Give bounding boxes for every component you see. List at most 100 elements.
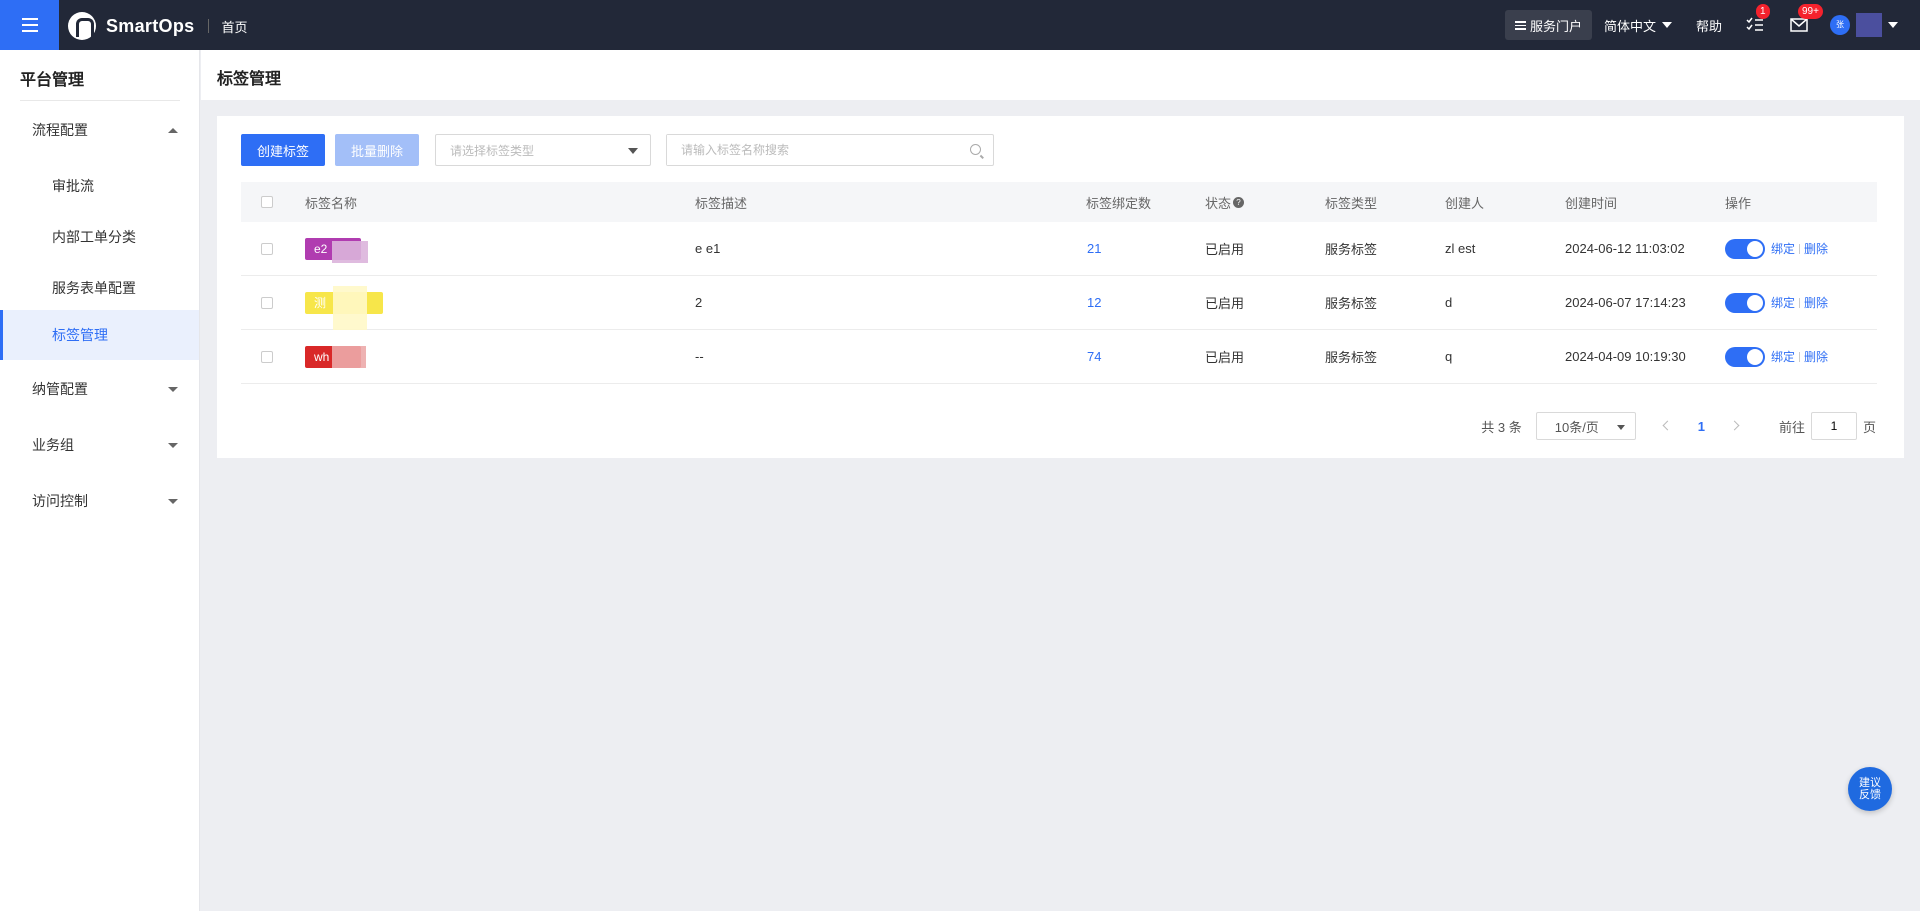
sidebar-item-label: 纳管配置	[32, 381, 88, 397]
task-list-button[interactable]: 1	[1744, 4, 1770, 36]
creator: q	[1445, 349, 1453, 364]
created-time: 2024-06-12 11:03:02	[1565, 241, 1685, 256]
column-header-actions: 操作	[1725, 195, 1752, 211]
tag-description: e e1	[695, 241, 721, 256]
sidebar-item-ticket-category[interactable]: 内部工单分类	[0, 213, 199, 261]
table-row: e2 e e1 21 已启用 服务标签 zl est 2024-06-12 11…	[241, 222, 1877, 276]
chevron-down-icon	[1888, 22, 1898, 28]
current-page[interactable]: 1	[1698, 419, 1705, 434]
tag-search-box	[666, 134, 994, 166]
tag-name: 测	[314, 296, 327, 310]
status-text: 已启用	[1205, 350, 1245, 365]
op-divider	[1799, 243, 1801, 254]
page-header: 标签管理	[201, 50, 1920, 100]
sidebar-item-label: 内部工单分类	[52, 229, 136, 245]
status-toggle[interactable]	[1725, 238, 1765, 259]
pagination: 共 3 条 10条/页 1 前往 页	[1481, 412, 1876, 440]
row-checkbox[interactable]	[261, 242, 273, 255]
sidebar-item-tag-management[interactable]: 标签管理	[0, 310, 199, 360]
delete-button[interactable]: 删除	[1804, 294, 1828, 311]
home-link[interactable]: 首页	[221, 17, 247, 36]
chevron-down-icon	[168, 442, 178, 448]
user-menu[interactable]: 张	[1830, 13, 1898, 37]
question-icon[interactable]: ?	[1233, 196, 1245, 208]
create-tag-button[interactable]: 创建标签	[241, 134, 325, 166]
table-header: 标签名称 标签描述 标签绑定数 状态 ? 标签类型 创建人 创建时间 操作	[241, 182, 1877, 222]
batch-delete-button[interactable]: 批量删除	[335, 134, 419, 166]
op-divider	[1799, 297, 1801, 308]
page-size-label: 10条/页	[1554, 419, 1599, 435]
tag-name: e2	[314, 241, 328, 256]
tag-type: 服务标签	[1325, 296, 1378, 311]
column-header-type: 标签类型	[1325, 195, 1378, 211]
column-header-name: 标签名称	[305, 195, 358, 211]
topbar-right: 服务门户 简体中文 帮助 1 99+ 张	[1504, 0, 1920, 50]
list-icon	[1514, 20, 1526, 30]
sidebar-item-label: 业务组	[32, 437, 74, 453]
op-divider	[1799, 351, 1801, 362]
top-bar: SmartOps 首页 服务门户 简体中文 帮助 1 99+ 张	[0, 0, 1920, 50]
row-checkbox[interactable]	[261, 296, 273, 309]
sidebar-item-approval-flow[interactable]: 审批流	[0, 162, 199, 210]
row-checkbox[interactable]	[261, 350, 273, 363]
delete-button[interactable]: 删除	[1804, 240, 1828, 257]
feedback-label: 建议反馈	[1859, 777, 1881, 801]
chevron-down-icon	[168, 386, 178, 392]
next-page-icon[interactable]	[1731, 421, 1741, 431]
service-portal-button[interactable]: 服务门户	[1504, 10, 1592, 40]
sidebar-title: 平台管理	[20, 72, 85, 89]
tag-search-input[interactable]	[667, 135, 957, 165]
total-count: 共 3 条	[1481, 419, 1522, 435]
sidebar-divider	[20, 100, 180, 101]
language-select[interactable]: 简体中文	[1604, 16, 1672, 35]
sidebar: 平台管理 流程配置 审批流 内部工单分类 服务表单配置 标签管理 纳管配置 业务…	[0, 50, 200, 911]
menu-toggle-button[interactable]	[0, 0, 59, 50]
search-icon[interactable]	[970, 144, 981, 155]
tag-type-select[interactable]: 请选择标签类型	[435, 134, 651, 166]
status-header-label: 状态	[1205, 195, 1232, 211]
column-header-status: 状态 ?	[1205, 182, 1245, 222]
sidebar-item-label: 服务表单配置	[52, 280, 136, 296]
sidebar-group-access-control[interactable]: 访问控制	[0, 477, 199, 525]
chevron-up-icon	[168, 127, 178, 133]
user-name-redacted	[1856, 13, 1882, 37]
service-portal-label: 服务门户	[1529, 18, 1582, 34]
sidebar-group-managed-config[interactable]: 纳管配置	[0, 365, 199, 413]
status-text: 已启用	[1205, 242, 1245, 257]
mail-icon	[1790, 18, 1808, 32]
messages-button[interactable]: 99+	[1788, 4, 1823, 36]
page-suffix: 页	[1862, 419, 1876, 435]
help-link[interactable]: 帮助	[1696, 16, 1722, 35]
sidebar-group-process-config[interactable]: 流程配置	[0, 106, 199, 154]
logo[interactable]: SmartOps 首页	[68, 12, 247, 40]
sidebar-group-business-group[interactable]: 业务组	[0, 421, 199, 469]
sidebar-item-label: 流程配置	[32, 122, 88, 138]
tag-chip: wh	[305, 345, 366, 368]
bind-count-link[interactable]: 74	[1087, 330, 1101, 383]
chevron-down-icon	[168, 498, 178, 504]
status-toggle[interactable]	[1725, 292, 1765, 313]
bind-button[interactable]: 绑定	[1771, 348, 1795, 365]
hamburger-icon	[21, 16, 38, 34]
page-size-select[interactable]: 10条/页	[1535, 412, 1636, 440]
task-list-icon	[1746, 17, 1763, 31]
creator: zl est	[1445, 241, 1476, 256]
bind-button[interactable]: 绑定	[1771, 294, 1795, 311]
prev-page-icon[interactable]	[1662, 421, 1672, 431]
tag-table: 标签名称 标签描述 标签绑定数 状态 ? 标签类型 创建人 创建时间 操作 e2…	[241, 182, 1877, 384]
sidebar-item-label: 访问控制	[32, 493, 88, 509]
tag-chip: e2	[305, 237, 368, 263]
feedback-button[interactable]: 建议反馈	[1848, 767, 1892, 811]
bind-count-link[interactable]: 21	[1087, 222, 1101, 275]
task-badge: 1	[1756, 4, 1770, 19]
status-toggle[interactable]	[1725, 346, 1765, 367]
goto-page-input[interactable]	[1810, 412, 1857, 440]
sidebar-item-service-form[interactable]: 服务表单配置	[0, 264, 199, 312]
bind-count-link[interactable]: 12	[1087, 276, 1101, 329]
page-title: 标签管理	[217, 71, 282, 88]
tag-name: wh	[314, 349, 330, 364]
created-time: 2024-06-07 17:14:23	[1565, 295, 1686, 310]
delete-button[interactable]: 删除	[1804, 348, 1828, 365]
bind-button[interactable]: 绑定	[1771, 240, 1795, 257]
select-all-checkbox[interactable]	[261, 196, 273, 208]
